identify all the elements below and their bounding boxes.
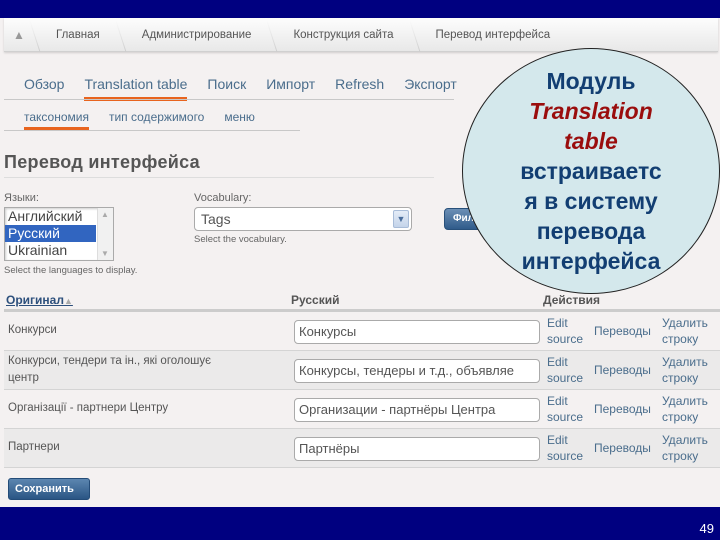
subtab-taxonomy[interactable]: таксономия bbox=[24, 110, 89, 131]
delete-row-link[interactable]: Удалить строку bbox=[662, 354, 720, 386]
tab-overview[interactable]: Обзор bbox=[24, 76, 64, 101]
callout-module-name: Translation bbox=[529, 98, 653, 124]
subtab-menu[interactable]: меню bbox=[224, 110, 255, 131]
page-title: Перевод интерфейса bbox=[4, 152, 200, 172]
secondary-tabs: таксономия тип содержимого меню bbox=[24, 110, 275, 131]
breadcrumb-item-site-structure[interactable]: Конструкция сайта bbox=[271, 18, 413, 52]
edit-source-link[interactable]: Edit source bbox=[547, 354, 591, 386]
callout-bubble: Модуль Translation table встраиваетс я в… bbox=[462, 48, 720, 294]
sort-ascending-icon: ▲ bbox=[63, 296, 73, 306]
tab-import[interactable]: Импорт bbox=[266, 76, 315, 101]
vocabulary-label: Vocabulary: bbox=[194, 192, 252, 204]
translations-link[interactable]: Переводы bbox=[594, 362, 651, 378]
vocabulary-help: Select the vocabulary. bbox=[194, 234, 287, 245]
tab-translation-table[interactable]: Translation table bbox=[84, 76, 188, 101]
tab-export[interactable]: Экспорт bbox=[404, 76, 457, 101]
callout-line: Модуль bbox=[546, 68, 636, 94]
table-row: Партнери Партнёры Edit source Переводы У… bbox=[4, 429, 720, 468]
column-header-russian: Русский bbox=[291, 293, 340, 307]
delete-row-link[interactable]: Удалить строку bbox=[662, 393, 720, 425]
tabs-divider bbox=[4, 99, 454, 100]
slide-number: 49 bbox=[699, 521, 714, 536]
scroll-up-icon[interactable]: ▲ bbox=[101, 210, 109, 219]
column-header-original[interactable]: Оригинал▲ bbox=[6, 293, 73, 307]
callout-module-name: table bbox=[564, 128, 618, 154]
delete-row-link[interactable]: Удалить строку bbox=[662, 315, 720, 347]
table-row: Конкурси, тендери та ін., які оголошує ц… bbox=[4, 351, 720, 390]
breadcrumb-item-current: Перевод интерфейса bbox=[414, 18, 571, 52]
column-header-original-label[interactable]: Оригинал bbox=[6, 293, 64, 307]
original-text: Організації - партнери Центру bbox=[8, 402, 169, 414]
edit-source-link[interactable]: Edit source bbox=[547, 393, 591, 425]
languages-label: Языки: bbox=[4, 192, 39, 204]
tab-refresh[interactable]: Refresh bbox=[335, 76, 384, 101]
scroll-down-icon[interactable]: ▼ bbox=[101, 249, 109, 258]
tab-search[interactable]: Поиск bbox=[207, 76, 246, 101]
save-button[interactable]: Сохранить bbox=[8, 478, 90, 500]
original-text: Партнери bbox=[8, 441, 60, 453]
languages-listbox[interactable]: Английский Русский Ukrainian ▲ ▼ bbox=[4, 207, 114, 261]
breadcrumb-item-home[interactable]: Главная bbox=[34, 18, 120, 52]
column-header-actions: Действия bbox=[543, 293, 601, 307]
title-divider bbox=[4, 177, 434, 178]
vocabulary-value: Tags bbox=[201, 211, 231, 227]
callout-line: встраиваетс bbox=[520, 158, 662, 184]
slide-top-band bbox=[0, 0, 720, 18]
translation-input[interactable]: Конкурсы, тендеры и т.д., объявляе bbox=[294, 359, 540, 383]
translations-link[interactable]: Переводы bbox=[594, 323, 651, 339]
chevron-down-icon[interactable]: ▼ bbox=[393, 210, 409, 228]
language-option-russian[interactable]: Русский bbox=[5, 225, 96, 242]
translation-input[interactable]: Организации - партнёры Центра bbox=[294, 398, 540, 422]
languages-help: Select the languages to display. bbox=[4, 265, 138, 276]
callout-line: перевода bbox=[536, 218, 646, 244]
edit-source-link[interactable]: Edit source bbox=[547, 432, 591, 464]
callout-line: я в систему bbox=[524, 188, 658, 214]
breadcrumb: ▲ Главная Администрирование Конструкция … bbox=[4, 18, 718, 52]
translations-link[interactable]: Переводы bbox=[594, 401, 651, 417]
original-text: Конкурси bbox=[8, 324, 57, 336]
translation-input[interactable]: Конкурсы bbox=[294, 320, 540, 344]
subtabs-divider bbox=[4, 130, 300, 131]
language-option-ukrainian[interactable]: Ukrainian bbox=[5, 242, 96, 259]
callout-line: интерфейса bbox=[521, 248, 661, 274]
delete-row-link[interactable]: Удалить строку bbox=[662, 432, 720, 464]
translation-input[interactable]: Партнёры bbox=[294, 437, 540, 461]
subtab-content-type[interactable]: тип содержимого bbox=[109, 110, 204, 131]
language-option-english[interactable]: Английский bbox=[5, 208, 96, 225]
slide-bottom-band: 49 bbox=[0, 507, 720, 540]
breadcrumb-item-admin[interactable]: Администрирование bbox=[120, 18, 272, 52]
vocabulary-select[interactable]: Tags ▼ bbox=[194, 207, 412, 231]
translations-link[interactable]: Переводы bbox=[594, 440, 651, 456]
table-row: Організації - партнери Центру Организаци… bbox=[4, 390, 720, 429]
edit-source-link[interactable]: Edit source bbox=[547, 315, 591, 347]
languages-scrollbar[interactable]: ▲ ▼ bbox=[97, 208, 113, 260]
primary-tabs: Обзор Translation table Поиск Импорт Ref… bbox=[24, 76, 477, 101]
table-row: Конкурси Конкурсы Edit source Переводы У… bbox=[4, 312, 720, 351]
original-text: Конкурси, тендери та ін., які оголошує ц… bbox=[8, 355, 211, 384]
